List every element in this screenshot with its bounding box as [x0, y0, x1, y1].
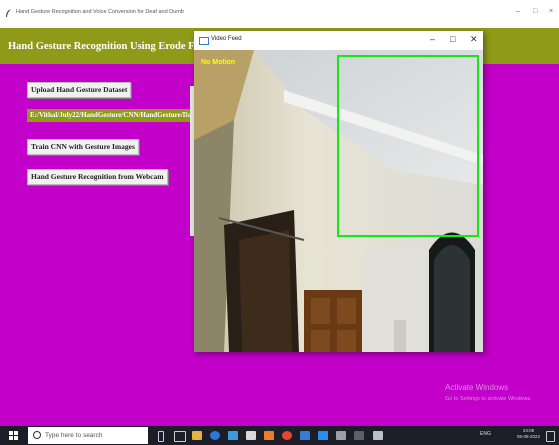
train-cnn-button[interactable]: Train CNN with Gesture Images [27, 139, 139, 155]
search-placeholder: Type here to search [45, 432, 103, 439]
video-feed-window[interactable]: Video Feed – □ ✕ No Motion [194, 31, 483, 352]
app-title: Hand Gesture Recognition and Voice Conve… [16, 9, 184, 15]
edge-icon[interactable] [210, 431, 220, 440]
feather-icon [6, 9, 11, 17]
webcam-frame [194, 50, 483, 352]
mail-icon[interactable] [246, 431, 256, 440]
app-icon-dark[interactable] [354, 431, 364, 440]
video-window-title: Video Feed [211, 36, 242, 42]
motion-status-text: No Motion [201, 59, 236, 66]
video-window-title-bar[interactable]: Video Feed – □ ✕ [194, 31, 483, 50]
minimize-button[interactable]: – [516, 8, 520, 15]
clock-date: 05-08-2022 [517, 434, 541, 439]
activate-windows-subtitle: Go to Settings to activate Windows. [445, 396, 532, 402]
microphone-icon[interactable] [158, 431, 164, 442]
window-icon [199, 37, 209, 45]
taskbar: Type here to search ENG 23:08 05-08-2022 [0, 426, 559, 445]
clock-time: 23:08 [522, 428, 535, 433]
python-window-icon[interactable] [373, 431, 383, 440]
activate-windows-title: Activate Windows [445, 383, 509, 392]
chrome-icon[interactable] [282, 431, 292, 440]
upload-dataset-button[interactable]: Upload Hand Gesture Dataset [27, 82, 132, 98]
dataset-path-label: E:/Vithal/July22/HandGesture/CNN/HandGes… [27, 109, 198, 122]
app-icon-blue-2[interactable] [318, 431, 328, 440]
video-minimize-button[interactable]: – [430, 34, 435, 44]
folder-icon[interactable] [192, 431, 202, 440]
video-maximize-button[interactable]: □ [450, 34, 455, 44]
store-icon[interactable] [228, 431, 238, 440]
close-button[interactable]: × [549, 8, 553, 15]
app-title-bar: Hand Gesture Recognition and Voice Conve… [0, 0, 559, 28]
windows-start-icon[interactable] [9, 431, 18, 440]
search-icon [33, 431, 41, 439]
task-view-icon[interactable] [174, 431, 186, 442]
tray-language[interactable]: ENG [480, 431, 491, 437]
app-icon-blue[interactable] [300, 431, 310, 440]
webcam-recognition-button[interactable]: Hand Gesture Recognition from Webcam [27, 169, 168, 185]
video-close-button[interactable]: ✕ [470, 34, 478, 45]
maximize-button[interactable]: □ [533, 8, 537, 15]
app-icon-orange[interactable] [264, 431, 274, 440]
app-icon-grey[interactable] [336, 431, 346, 440]
taskbar-clock[interactable]: 23:08 05-08-2022 [517, 428, 540, 440]
taskbar-search-box[interactable]: Type here to search [28, 427, 148, 444]
notification-icon[interactable] [546, 431, 555, 442]
